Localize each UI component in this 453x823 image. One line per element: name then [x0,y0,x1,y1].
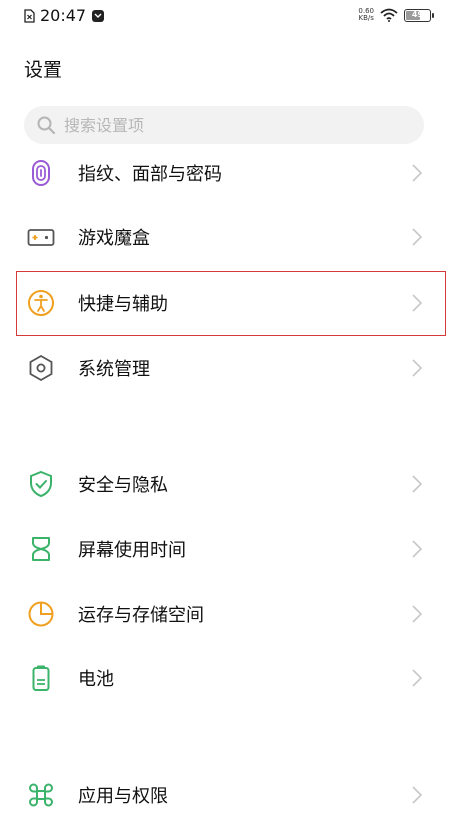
search-bar[interactable] [24,106,424,144]
hexagon-settings-icon [29,354,53,382]
chevron-right-icon [412,605,423,623]
status-right: 0.60 KB/s 49 [358,8,434,22]
settings-item-label: 快捷与辅助 [78,294,168,315]
page-title: 设置 [24,59,63,81]
settings-item-game[interactable]: 游戏魔盒 [0,205,453,269]
settings-item-battery[interactable]: 电池 [0,646,453,710]
settings-item-label: 游戏魔盒 [78,228,150,249]
settings-item-label: 安全与隐私 [78,475,168,496]
network-speed-unit: KB/s [358,14,374,22]
network-speed: 0.60 KB/s [358,8,374,22]
settings-item-label: 应用与权限 [78,786,168,807]
settings-item-screen-time[interactable]: 屏幕使用时间 [0,517,453,581]
chevron-right-icon [412,164,423,182]
chevron-right-icon [412,359,423,377]
message-icon [92,9,105,22]
search-icon [37,116,56,135]
shield-check-icon [30,470,52,498]
hourglass-icon [32,537,50,561]
command-icon [29,783,53,807]
settings-item-label: 系统管理 [78,359,150,380]
gamepad-icon [27,229,55,246]
chevron-right-icon [412,669,423,687]
accessibility-icon [28,290,54,316]
status-time: 20:47 [40,6,87,25]
settings-item-apps[interactable]: 应用与权限 [0,763,453,823]
pie-chart-icon [28,601,54,627]
settings-item-label: 运存与存储空间 [78,605,204,626]
wifi-icon [380,8,398,22]
battery-level: 49 [411,9,424,19]
battery-icon [32,665,50,691]
status-left: 20:47 [24,6,105,25]
sim-error-icon [24,8,35,23]
settings-item-security[interactable]: 安全与隐私 [0,452,453,516]
status-bar: 20:47 0.60 KB/s 49 [0,0,453,34]
settings-item-fingerprint[interactable]: 指纹、面部与密码 [0,141,453,205]
chevron-right-icon [412,228,423,246]
fingerprint-icon [32,160,50,186]
battery-indicator: 49 [404,8,434,22]
chevron-right-icon [412,475,423,493]
settings-item-label: 电池 [78,669,114,690]
settings-item-storage[interactable]: 运存与存储空间 [0,582,453,646]
settings-item-accessibility[interactable]: 快捷与辅助 [0,271,453,335]
settings-item-label: 指纹、面部与密码 [78,164,222,185]
chevron-right-icon [412,294,423,312]
search-input[interactable] [64,115,364,135]
settings-item-label: 屏幕使用时间 [78,540,186,561]
chevron-right-icon [412,786,423,804]
settings-item-system[interactable]: 系统管理 [0,336,453,400]
chevron-right-icon [412,540,423,558]
